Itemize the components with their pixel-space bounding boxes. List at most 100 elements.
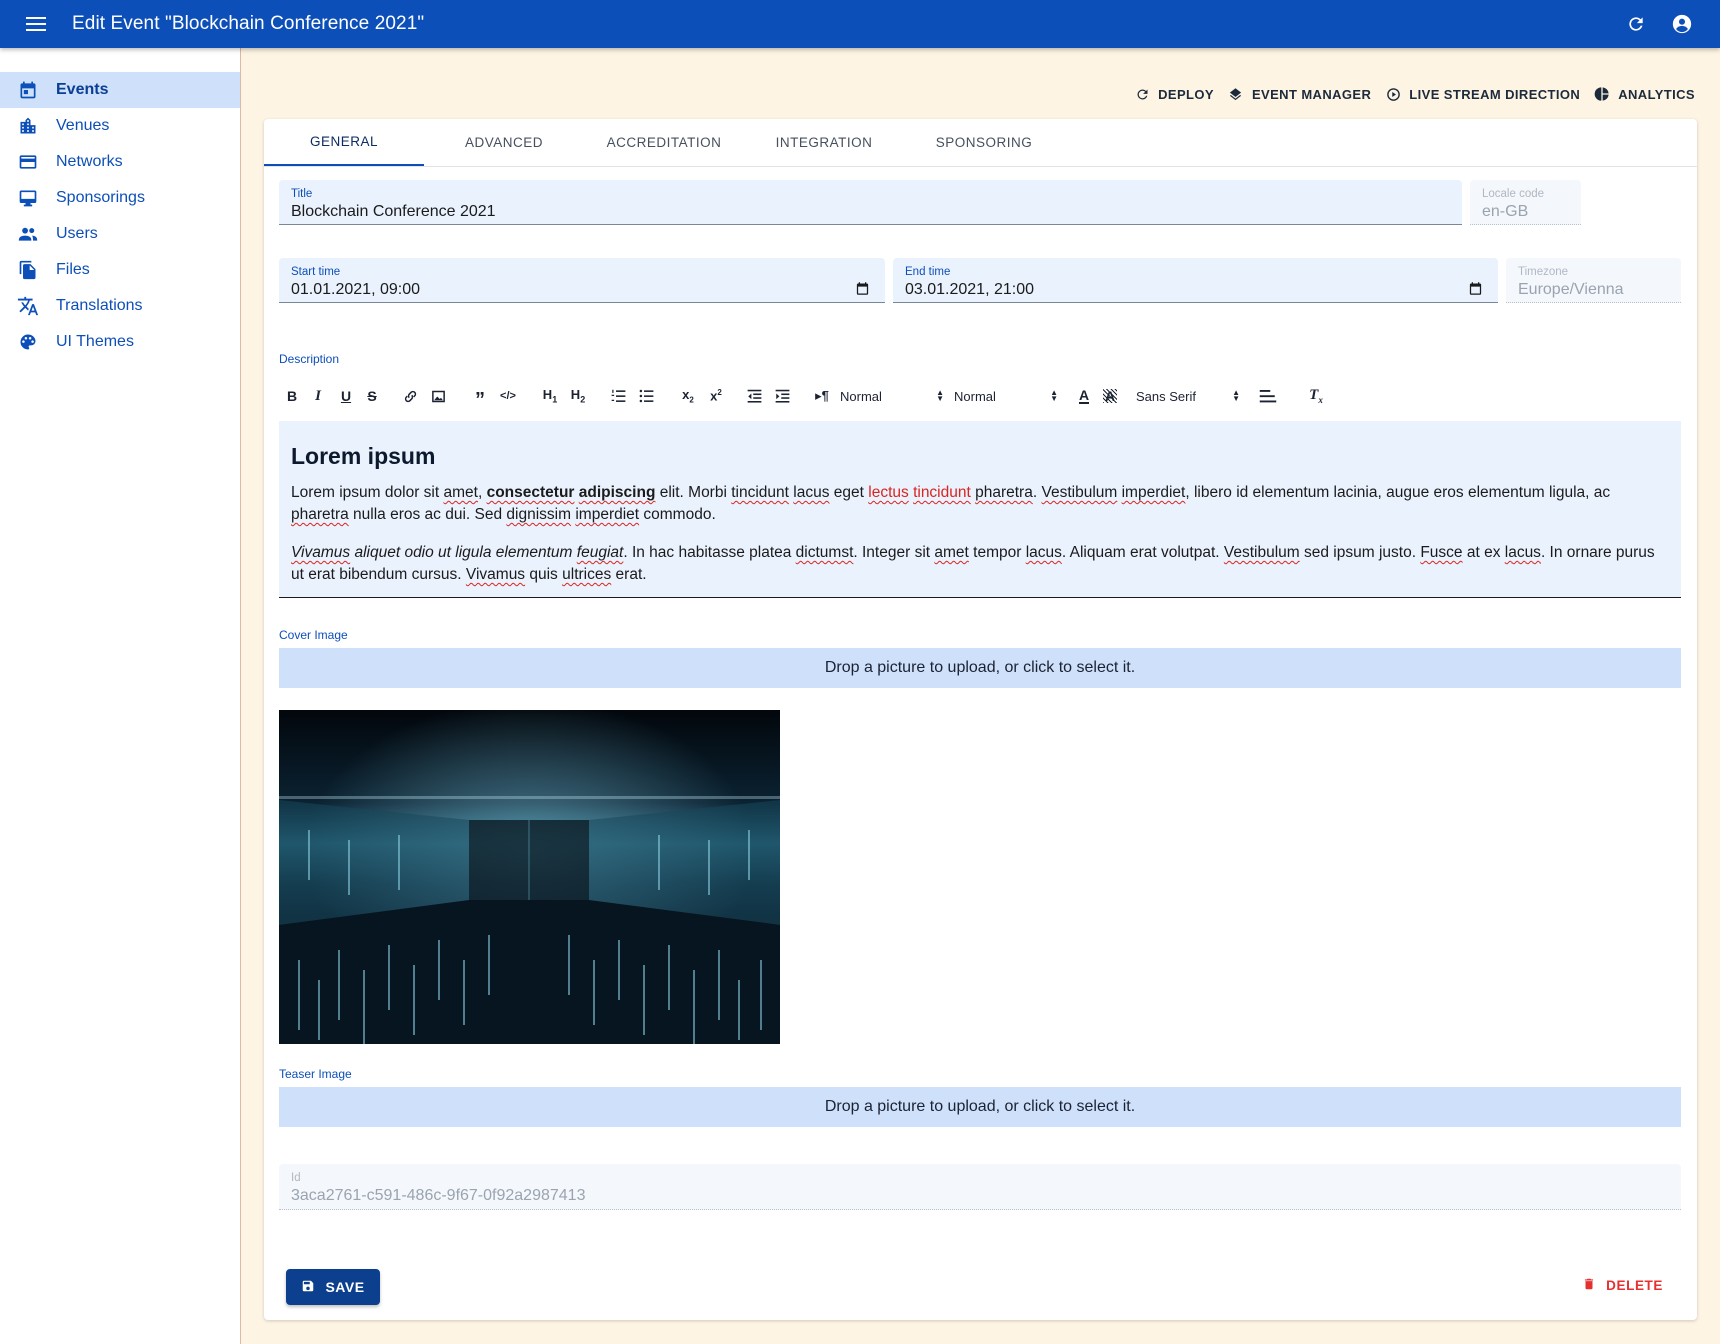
- cover-image-preview: [279, 710, 780, 1044]
- locale-code-value: en-GB: [1482, 203, 1529, 220]
- sidebar-item-files[interactable]: Files: [0, 252, 240, 288]
- outdent-icon[interactable]: [740, 384, 768, 408]
- deploy-label: DEPLOY: [1158, 86, 1214, 102]
- background-color-icon[interactable]: A: [1098, 384, 1122, 408]
- sidebar-item-venues[interactable]: Venues: [0, 108, 240, 144]
- select-arrows-icon: ▲ ▼: [1232, 388, 1240, 403]
- header-size-value: Normal: [840, 388, 882, 404]
- tab-accreditation[interactable]: ACCREDITATION: [584, 119, 744, 166]
- analytics-label: ANALYTICS: [1618, 86, 1695, 102]
- people-icon: [17, 223, 39, 245]
- header-size-select[interactable]: Normal ▲ ▼: [840, 384, 944, 408]
- sidebar-item-events[interactable]: Events: [0, 72, 240, 108]
- tab-integration[interactable]: INTEGRATION: [744, 119, 904, 166]
- sidebar-item-sponsorings[interactable]: Sponsorings: [0, 180, 240, 216]
- sidebar-item-label: Events: [56, 81, 109, 98]
- strikethrough-icon[interactable]: S: [360, 384, 384, 408]
- title-value: Blockchain Conference 2021: [291, 203, 496, 220]
- save-icon: [301, 1279, 315, 1296]
- text-color-icon[interactable]: A: [1070, 384, 1098, 408]
- deploy-button[interactable]: DEPLOY: [1134, 86, 1214, 102]
- end-time-field[interactable]: End time 03.01.2021, 21:00: [893, 258, 1498, 303]
- code-icon[interactable]: </>: [494, 384, 522, 408]
- start-time-field[interactable]: Start time 01.01.2021, 09:00: [279, 258, 885, 303]
- teaser-image-label: Teaser Image: [279, 1067, 352, 1081]
- start-time-label: Start time: [291, 266, 341, 278]
- select-arrows-icon: ▲ ▼: [936, 388, 944, 403]
- translate-icon: [17, 295, 39, 317]
- heading-1-icon[interactable]: H1: [536, 384, 564, 408]
- tab-bar: GENERAL ADVANCED ACCREDITATION INTEGRATI…: [264, 119, 1697, 167]
- title-label: Title: [291, 188, 313, 200]
- live-stream-direction-button[interactable]: LIVE STREAM DIRECTION: [1385, 86, 1580, 102]
- tab-general[interactable]: GENERAL: [264, 119, 424, 166]
- ordered-list-icon[interactable]: [604, 384, 632, 408]
- app-bar: Edit Event "Blockchain Conference 2021": [0, 0, 1720, 48]
- tab-advanced[interactable]: ADVANCED: [424, 119, 584, 166]
- id-label: Id: [291, 1172, 301, 1184]
- calendar-icon[interactable]: [855, 281, 871, 297]
- account-icon[interactable]: [1670, 12, 1694, 36]
- calendar-icon[interactable]: [1468, 281, 1484, 297]
- play-circle-icon: [1385, 86, 1401, 102]
- font-size-value: Normal: [954, 388, 996, 404]
- locale-code-label: Locale code: [1482, 188, 1545, 200]
- delete-label: DELETE: [1606, 1278, 1663, 1293]
- italic-icon[interactable]: I: [304, 384, 332, 408]
- analytics-button[interactable]: ANALYTICS: [1594, 86, 1695, 102]
- start-time-value: 01.01.2021, 09:00: [291, 281, 421, 298]
- sidebar-item-translations[interactable]: Translations: [0, 288, 240, 324]
- delete-button[interactable]: DELETE: [1582, 1276, 1663, 1295]
- subscript-icon[interactable]: x2: [674, 384, 702, 408]
- sidebar-item-ui-themes[interactable]: UI Themes: [0, 324, 240, 360]
- title-field[interactable]: Title Blockchain Conference 2021: [279, 180, 1462, 225]
- sidebar-item-users[interactable]: Users: [0, 216, 240, 252]
- live-stream-label: LIVE STREAM DIRECTION: [1409, 86, 1581, 102]
- bold-icon[interactable]: B: [280, 384, 304, 408]
- menu-icon[interactable]: [24, 12, 48, 36]
- teaser-image-dropzone[interactable]: Drop a picture to upload, or click to se…: [279, 1087, 1681, 1127]
- align-icon[interactable]: [1254, 384, 1282, 408]
- description-label: Description: [279, 352, 340, 366]
- locale-code-field: Locale code en-GB: [1470, 180, 1581, 225]
- text-direction-icon[interactable]: ▸¶: [808, 384, 836, 408]
- id-value: 3aca2761-c591-486c-9f67-0f92a2987413: [291, 1187, 586, 1204]
- font-size-select[interactable]: Normal ▲ ▼: [954, 384, 1058, 408]
- blockquote-icon[interactable]: ”: [466, 384, 494, 410]
- description-editor[interactable]: Lorem ipsum Lorem ipsum dolor sit amet, …: [279, 421, 1681, 598]
- sidebar: Events Venues Networks Sponsorings Users…: [0, 48, 241, 1344]
- bullet-list-icon[interactable]: [632, 384, 660, 408]
- underline-icon[interactable]: U: [332, 384, 360, 408]
- save-label: SAVE: [325, 1279, 365, 1295]
- superscript-icon[interactable]: x2: [702, 384, 730, 408]
- event-manager-button[interactable]: EVENT MANAGER: [1228, 86, 1371, 102]
- sidebar-nav: Events Venues Networks Sponsorings Users…: [0, 72, 240, 360]
- description-heading: Lorem ipsum: [291, 443, 436, 469]
- refresh-icon[interactable]: [1624, 12, 1648, 36]
- sidebar-item-label: UI Themes: [56, 333, 134, 350]
- cover-image-dropzone[interactable]: Drop a picture to upload, or click to se…: [279, 648, 1681, 688]
- tab-sponsoring[interactable]: SPONSORING: [904, 119, 1064, 166]
- heading-2-icon[interactable]: H2: [564, 384, 592, 408]
- save-button[interactable]: SAVE: [286, 1269, 380, 1305]
- font-family-select[interactable]: Sans Serif ▲ ▼: [1136, 384, 1240, 408]
- network-card-icon: [17, 151, 39, 173]
- sidebar-item-networks[interactable]: Networks: [0, 144, 240, 180]
- clear-formatting-icon[interactable]: Tx: [1302, 384, 1330, 408]
- deploy-icon: [1134, 86, 1150, 102]
- indent-icon[interactable]: [768, 384, 796, 408]
- image-icon[interactable]: [424, 384, 452, 408]
- select-arrows-icon: ▲ ▼: [1050, 388, 1058, 403]
- palette-icon: [17, 331, 39, 353]
- page-title: Edit Event "Blockchain Conference 2021": [72, 13, 425, 34]
- trash-icon: [1582, 1276, 1596, 1295]
- link-icon[interactable]: [396, 384, 424, 408]
